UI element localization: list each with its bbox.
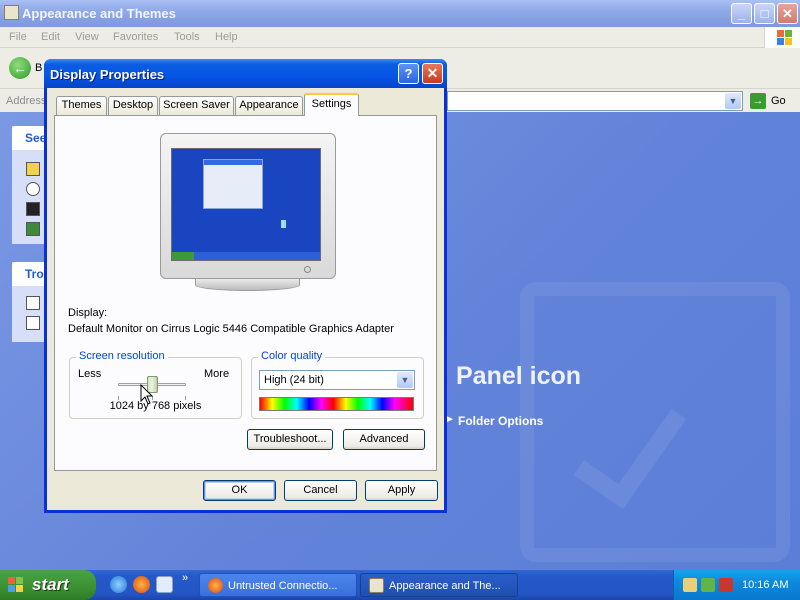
menu-edit[interactable]: Edit bbox=[41, 31, 60, 43]
explorer-title: Appearance and Themes bbox=[22, 6, 176, 21]
screen-resolution-legend: Screen resolution bbox=[76, 350, 168, 362]
internet-explorer-icon[interactable] bbox=[110, 576, 127, 593]
menu-tools[interactable]: Tools bbox=[174, 31, 200, 43]
safely-remove-hardware-icon[interactable] bbox=[701, 578, 715, 592]
troubleshoot-button[interactable]: Troubleshoot... bbox=[247, 429, 333, 450]
start-label: start bbox=[32, 575, 69, 594]
pick-control-panel-heading: Panel icon bbox=[456, 362, 582, 390]
monitor-screen bbox=[171, 148, 321, 261]
clock[interactable]: 10:16 AM bbox=[742, 579, 788, 591]
network-icon[interactable] bbox=[683, 578, 697, 592]
firefox-icon[interactable] bbox=[133, 576, 150, 593]
fonts-folder-icon[interactable] bbox=[26, 162, 40, 176]
display-value: Default Monitor on Cirrus Logic 5446 Com… bbox=[68, 323, 394, 335]
taskbar: start » Untrusted Connectio... Appearanc… bbox=[0, 570, 800, 600]
advanced-button[interactable]: Advanced bbox=[343, 429, 425, 450]
taskbar-item-label: Appearance and The... bbox=[389, 580, 501, 592]
see-also-header[interactable]: See bbox=[12, 126, 48, 150]
address-input[interactable]: ▼ bbox=[447, 91, 743, 111]
close-dialog-button[interactable]: ✕ bbox=[422, 63, 443, 84]
screen-resolution-group: Screen resolution Less More 1024 by 768 … bbox=[69, 350, 242, 419]
power-button-icon bbox=[304, 266, 311, 273]
back-arrow-icon[interactable]: ← bbox=[9, 57, 31, 79]
tab-screen-saver[interactable]: Screen Saver bbox=[159, 96, 234, 115]
start-button[interactable]: start bbox=[0, 570, 96, 600]
cancel-button[interactable]: Cancel bbox=[284, 480, 357, 501]
system-tray: 10:16 AM bbox=[673, 570, 800, 600]
menu-favorites[interactable]: Favorites bbox=[113, 31, 158, 43]
apply-button[interactable]: Apply bbox=[365, 480, 438, 501]
back-button-label[interactable]: B bbox=[35, 62, 42, 74]
chevron-down-icon[interactable]: ▼ bbox=[725, 93, 741, 109]
preview-start-button bbox=[172, 252, 194, 260]
tab-appearance[interactable]: Appearance bbox=[235, 96, 303, 115]
color-spectrum-bar bbox=[259, 397, 414, 411]
menu-help[interactable]: Help bbox=[215, 31, 238, 43]
dialog-title-bar[interactable]: Display Properties ? ✕ bbox=[44, 59, 447, 88]
windows-flag-icon bbox=[8, 577, 25, 593]
dialog-body: Themes Desktop Screen Saver Appearance S… bbox=[47, 88, 444, 510]
close-window-button[interactable]: ✕ bbox=[777, 3, 798, 24]
help-topic-icon[interactable] bbox=[26, 316, 40, 330]
windows-logo-icon bbox=[764, 27, 800, 48]
dialog-title: Display Properties bbox=[50, 67, 165, 82]
folder-options-link[interactable]: Folder Options bbox=[458, 414, 543, 428]
slider-less-label: Less bbox=[78, 368, 102, 380]
resolution-value: 1024 by 768 pixels bbox=[109, 400, 202, 412]
menu-view[interactable]: View bbox=[75, 31, 99, 43]
maximize-button[interactable]: □ bbox=[754, 3, 775, 24]
troubleshooters-header[interactable]: Tro bbox=[12, 262, 48, 286]
taskbar-item-appearance-and-themes[interactable]: Appearance and The... bbox=[360, 573, 518, 597]
control-panel-icon bbox=[369, 578, 384, 593]
go-button[interactable]: Go bbox=[771, 95, 786, 107]
show-desktop-icon[interactable] bbox=[156, 576, 173, 593]
settings-tab-panel: Display: Default Monitor on Cirrus Logic… bbox=[54, 115, 437, 471]
tab-settings[interactable]: Settings bbox=[304, 93, 359, 116]
slider-more-label: More bbox=[204, 368, 230, 380]
high-contrast-icon[interactable] bbox=[26, 202, 40, 216]
mouse-cursor-icon bbox=[140, 384, 154, 405]
preview-taskbar bbox=[172, 252, 320, 260]
security-center-shield-icon[interactable] bbox=[719, 578, 733, 592]
menu-file[interactable]: File bbox=[9, 31, 27, 43]
color-quality-group: Color quality High (24 bit) ▼ bbox=[251, 350, 424, 419]
chevron-down-icon[interactable]: ▼ bbox=[397, 372, 413, 388]
monitor-stand bbox=[195, 279, 300, 291]
display-properties-dialog: Display Properties ? ✕ Themes Desktop Sc… bbox=[44, 59, 447, 513]
preview-desktop-icon bbox=[281, 220, 286, 228]
color-quality-select[interactable]: High (24 bit) ▼ bbox=[259, 370, 415, 390]
monitor-preview bbox=[160, 133, 336, 279]
color-quality-legend: Color quality bbox=[258, 350, 326, 362]
address-label: Address bbox=[6, 95, 47, 107]
display-label: Display: bbox=[68, 307, 108, 319]
troubleshooters-panel: Tro bbox=[12, 262, 48, 342]
color-quality-value: High (24 bit) bbox=[264, 374, 324, 386]
taskbar-item-untrusted-connection[interactable]: Untrusted Connectio... bbox=[199, 573, 357, 597]
firefox-icon bbox=[208, 578, 223, 593]
go-arrow-icon[interactable]: → bbox=[750, 93, 766, 109]
help-button[interactable]: ? bbox=[398, 63, 419, 84]
menu-bar: File Edit View Favorites Tools Help bbox=[0, 27, 800, 48]
mouse-pointers-icon[interactable] bbox=[26, 182, 40, 196]
control-panel-icon bbox=[4, 5, 19, 20]
tab-themes[interactable]: Themes bbox=[56, 96, 107, 115]
quick-launch-more-button[interactable]: » bbox=[182, 572, 188, 584]
preview-window bbox=[203, 159, 263, 209]
explorer-title-bar[interactable]: Appearance and Themes _ □ ✕ bbox=[0, 0, 800, 27]
see-also-panel: See bbox=[12, 126, 48, 244]
minimize-button[interactable]: _ bbox=[731, 3, 752, 24]
tab-desktop[interactable]: Desktop bbox=[108, 96, 158, 115]
help-topic-icon[interactable] bbox=[26, 296, 40, 310]
ok-button[interactable]: OK bbox=[203, 480, 276, 501]
user-account-picture-icon[interactable] bbox=[26, 222, 40, 236]
taskbar-item-label: Untrusted Connectio... bbox=[228, 580, 338, 592]
